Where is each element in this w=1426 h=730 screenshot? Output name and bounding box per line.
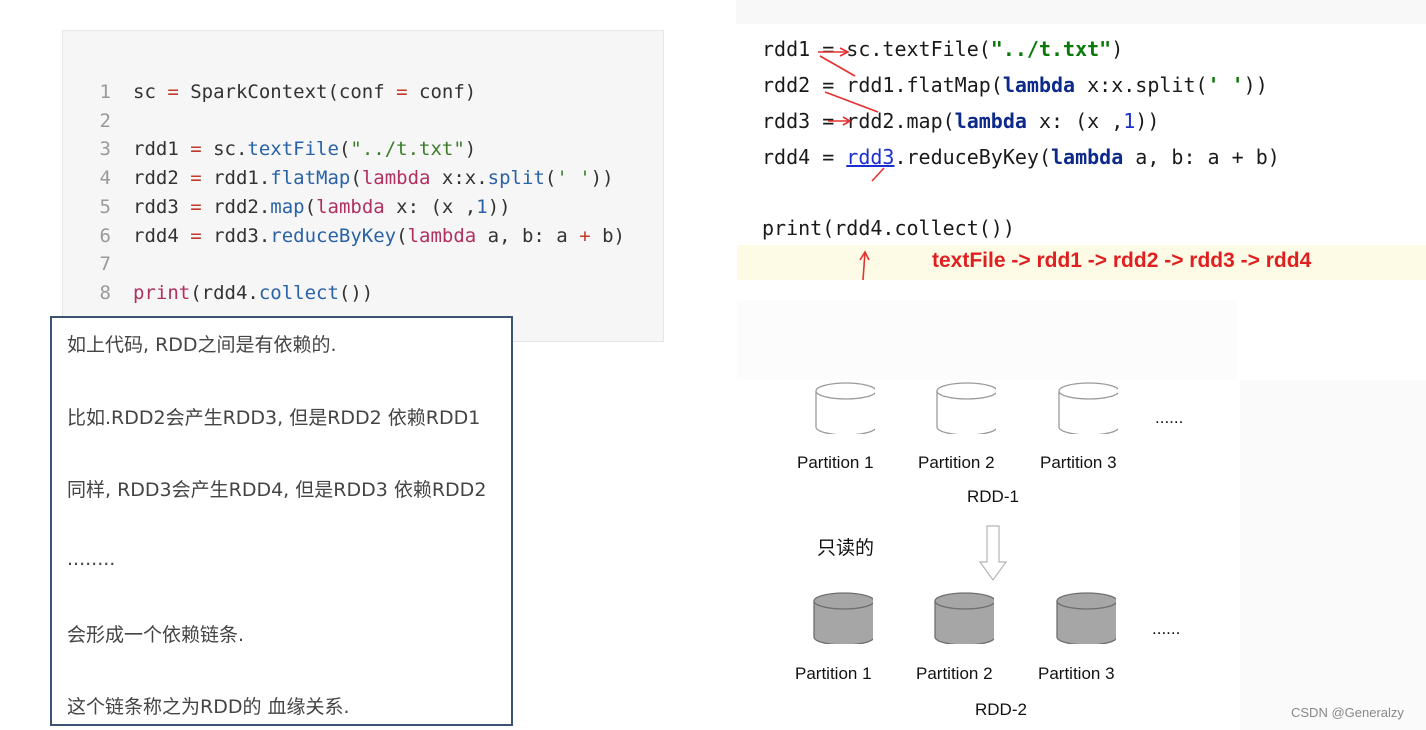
transform-arrow: [978, 525, 1008, 582]
down-arrow-icon: [978, 525, 1008, 582]
watermark: CSDN @Generalzy: [1291, 705, 1404, 720]
